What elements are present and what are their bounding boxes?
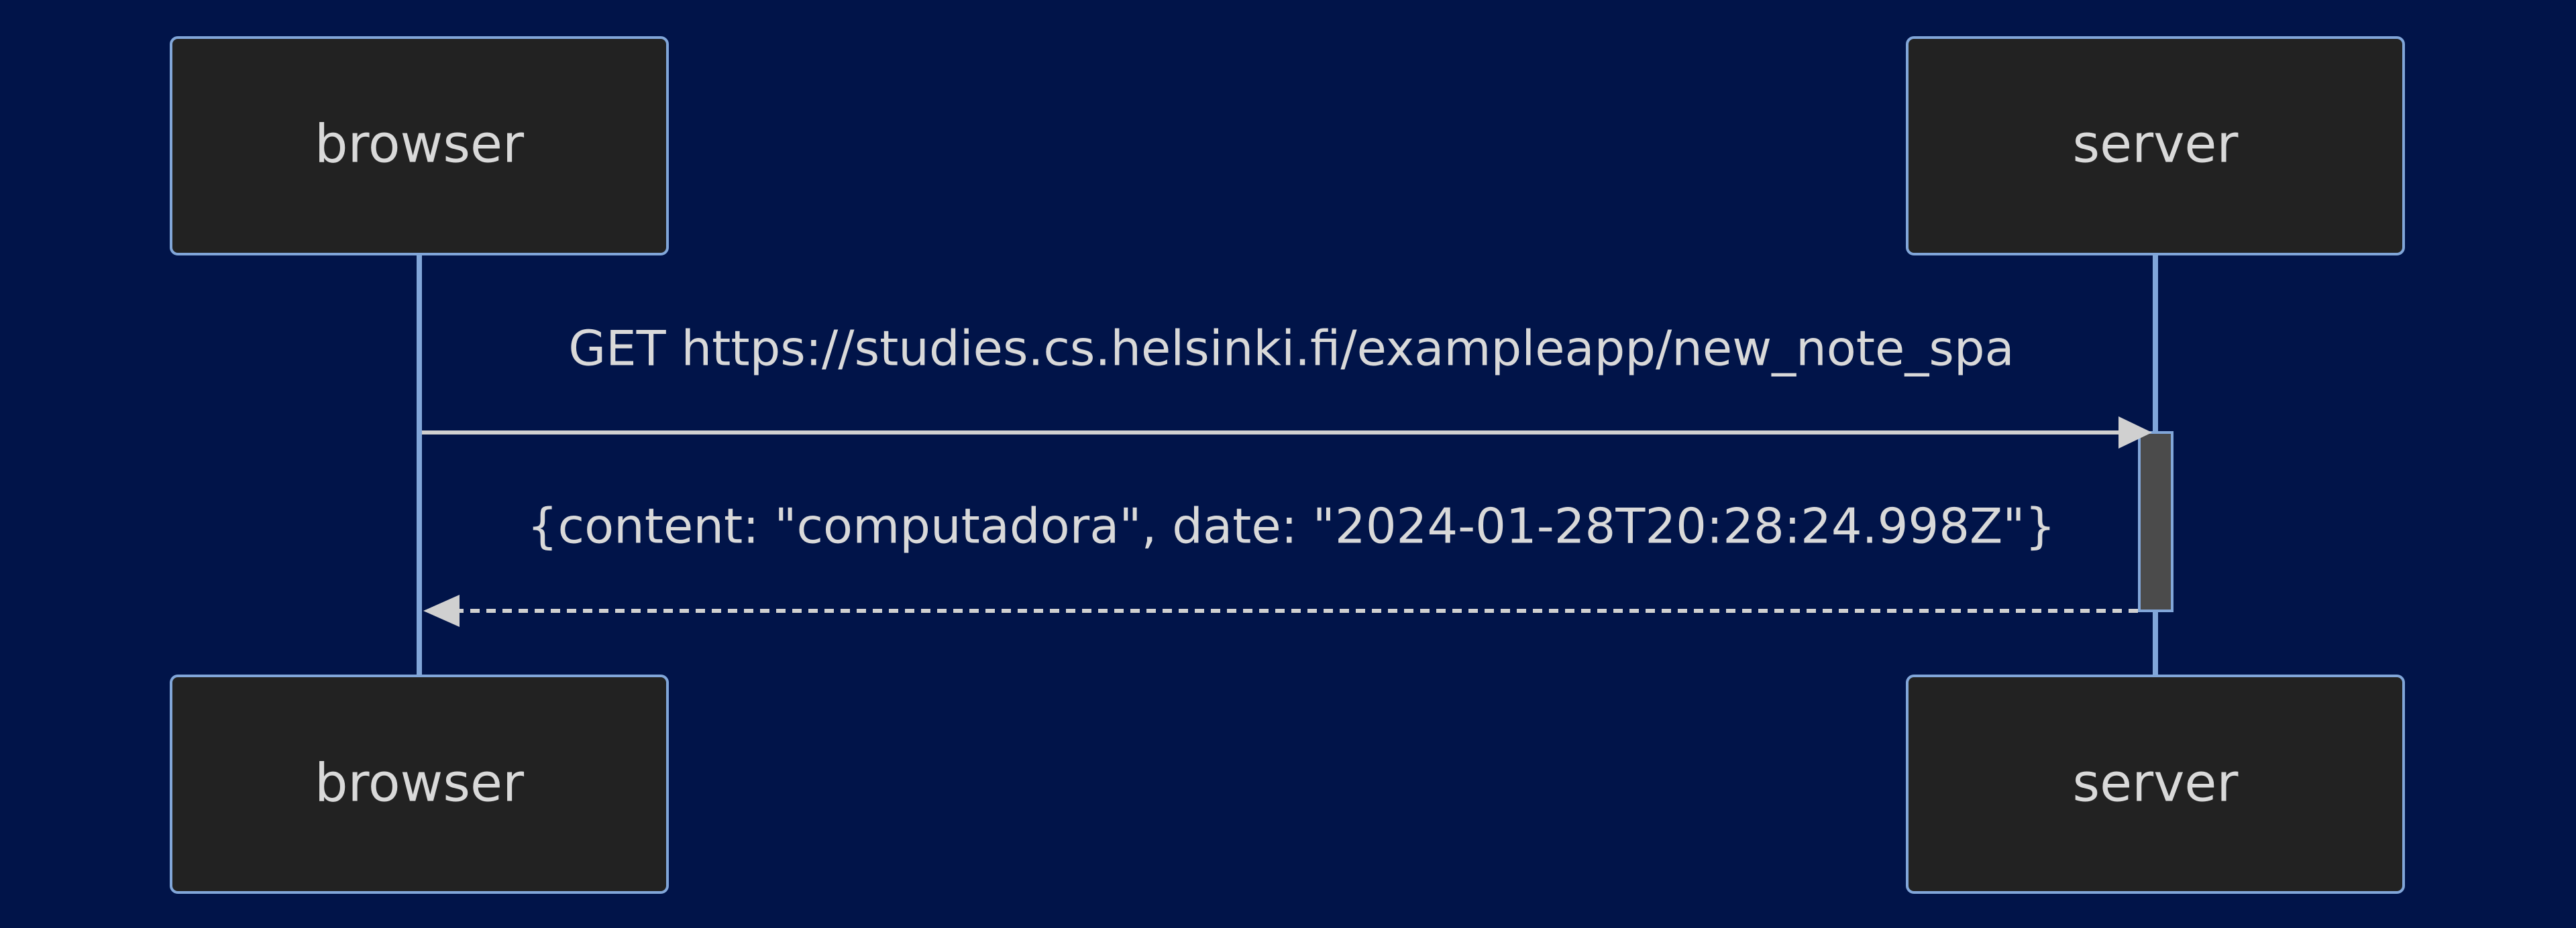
message-request-label: GET https://studies.cs.helsinki.fi/examp… xyxy=(568,321,2014,377)
message-response-arrowhead xyxy=(423,595,460,627)
actor-server-bottom-label: server xyxy=(2073,753,2239,813)
actor-browser-top: browser xyxy=(170,36,669,255)
sequence-diagram: browser server GET https://studies.cs.he… xyxy=(170,36,2405,894)
actor-server-top-label: server xyxy=(2073,114,2239,174)
actor-browser-bottom-label: browser xyxy=(315,753,525,813)
actor-browser-top-label: browser xyxy=(315,114,525,174)
server-activation-bar xyxy=(2138,431,2174,612)
actor-server-top: server xyxy=(1906,36,2405,255)
actor-server-bottom: server xyxy=(1906,675,2405,894)
actor-browser-bottom: browser xyxy=(170,675,669,894)
message-response-label: {content: "computadora", date: "2024-01-… xyxy=(527,498,2056,555)
